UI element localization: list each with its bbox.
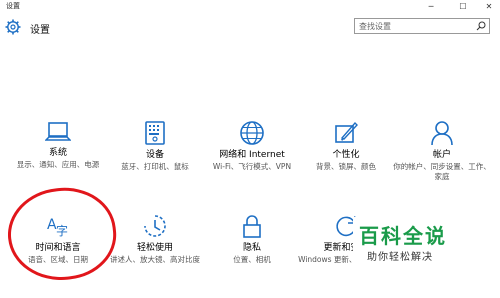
tile-accounts[interactable]: 帐户 你的帐户、同步设置、工作、家庭 [393,120,491,182]
watermark-logo: 百科全说 助你轻松解决 [353,216,475,268]
tile-description: 你的帐户、同步设置、工作、家庭 [393,162,491,181]
tile-label: 系统 [48,148,67,158]
tile-description: 讲述人、放大镜、高对比度 [110,255,200,264]
watermark-title: 百科全说 [359,224,447,248]
tile-label: 轻松使用 [136,243,173,253]
watermark-subtitle: 助你轻松解决 [367,252,433,263]
person-icon [431,121,453,146]
keyboard-icon [145,121,165,145]
tile-label: 隐私 [242,243,261,253]
search-icon[interactable] [476,21,486,31]
lock-icon [243,215,261,238]
close-button[interactable]: ✕ [478,0,500,12]
minimize-icon: ─ [428,1,434,11]
tile-network[interactable]: 网络和 Internet Wi-Fi、飞行模式、VPN [203,120,301,172]
ease-of-access-icon [144,215,166,237]
tile-system[interactable]: 系统 显示、通知、应用、电源 [9,120,107,170]
tile-privacy[interactable]: 隐私 位置、相机 [203,213,301,265]
tile-ease-of-access[interactable]: 轻松使用 讲述人、放大镜、高对比度 [106,213,204,265]
maximize-button[interactable]: ☐ [452,0,474,12]
minimize-button[interactable]: ─ [420,0,442,12]
globe-icon [240,121,264,145]
close-icon: ✕ [485,1,493,11]
annotation-circle [3,182,121,286]
tile-description: 背景、锁屏、颜色 [316,162,376,171]
tile-label: 网络和 Internet [219,150,285,160]
laptop-icon [45,122,71,141]
maximize-icon: ☐ [459,1,467,11]
tile-description: 显示、通知、应用、电源 [16,160,100,169]
tile-label: 个性化 [332,150,360,160]
paint-icon [335,121,358,143]
window-title: 设置 [6,2,20,10]
gear-icon [5,19,21,35]
tile-label: 帐户 [432,150,451,160]
tile-description: Wi-Fi、飞行模式、VPN [212,162,292,171]
tile-devices[interactable]: 设备 蓝牙、打印机、鼠标 [106,120,204,172]
tile-personalization[interactable]: 个性化 背景、锁屏、颜色 [297,120,395,172]
search-input[interactable]: 查找设置 [359,21,391,32]
page-title: 设置 [30,25,50,36]
tile-description: 位置、相机 [233,255,271,264]
tile-label: 设备 [145,150,164,160]
search-box[interactable]: 查找设置 [354,18,490,34]
title-bar: 设置 ─ ☐ ✕ [0,0,500,13]
tile-description: 蓝牙、打印机、鼠标 [121,162,189,171]
settings-header: 设置 查找设置 [0,13,500,49]
